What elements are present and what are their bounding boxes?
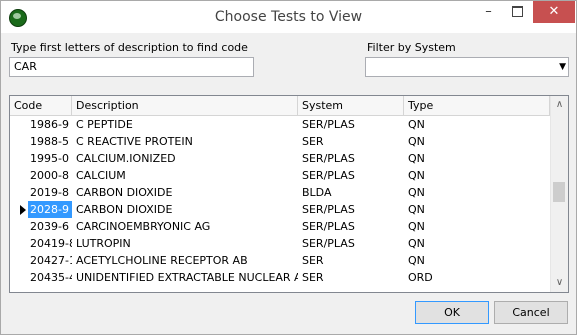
row-pointer-icon bbox=[20, 205, 26, 215]
cell-description: CARBON DIOXIDE bbox=[76, 186, 173, 199]
table-row[interactable]: 20419-8 LUTROPIN SER/PLAS QN bbox=[10, 235, 550, 252]
cell-code: 1988-5 bbox=[30, 135, 69, 148]
column-header-code[interactable]: Code bbox=[10, 96, 72, 115]
filter-label: Filter by System bbox=[367, 41, 456, 54]
cell-description: C PEPTIDE bbox=[76, 118, 133, 131]
cell-type: ORD bbox=[408, 271, 433, 284]
scroll-thumb[interactable] bbox=[553, 182, 565, 202]
cancel-button[interactable]: Cancel bbox=[494, 301, 568, 324]
cell-description: CALCIUM bbox=[76, 169, 126, 182]
grid-header: Code Description System Type bbox=[10, 96, 550, 116]
dropdown-arrow-icon[interactable]: ▼ bbox=[559, 62, 566, 72]
cell-system: SER bbox=[302, 254, 324, 267]
column-header-description[interactable]: Description bbox=[72, 96, 298, 115]
search-input[interactable]: CAR bbox=[9, 57, 254, 77]
maximize-button[interactable] bbox=[504, 1, 531, 23]
cell-code: 20419-8 bbox=[30, 237, 72, 250]
table-row[interactable]: 2000-8 CALCIUM SER/PLAS QN bbox=[10, 167, 550, 184]
cell-system: SER bbox=[302, 271, 324, 284]
cell-system: SER/PLAS bbox=[302, 203, 355, 216]
cell-code: 2028-9 bbox=[28, 201, 72, 218]
choose-tests-dialog: Choose Tests to View – ✕ Type first lett… bbox=[0, 0, 577, 335]
minimize-button[interactable]: – bbox=[475, 1, 502, 23]
cell-system: SER/PLAS bbox=[302, 152, 355, 165]
title-bar[interactable]: Choose Tests to View – ✕ bbox=[1, 1, 576, 33]
cell-system: SER/PLAS bbox=[302, 118, 355, 131]
table-row[interactable]: 1995-0 CALCIUM.IONIZED SER/PLAS QN bbox=[10, 150, 550, 167]
cell-system: BLDA bbox=[302, 186, 332, 199]
cell-type: QN bbox=[408, 203, 425, 216]
cell-system: SER/PLAS bbox=[302, 220, 355, 233]
cell-type: QN bbox=[408, 220, 425, 233]
close-button[interactable]: ✕ bbox=[533, 1, 575, 23]
cell-system: SER bbox=[302, 135, 324, 148]
cell-description: CALCIUM.IONIZED bbox=[76, 152, 176, 165]
table-row[interactable]: 2019-8 CARBON DIOXIDE BLDA QN bbox=[10, 184, 550, 201]
cell-code: 20427-1 bbox=[30, 254, 72, 267]
grid-rows: 1986-9 C PEPTIDE SER/PLAS QN 1988-5 C REACTIV… bbox=[10, 116, 550, 286]
maximize-icon bbox=[512, 6, 523, 17]
scroll-up-icon[interactable]: ∧ bbox=[551, 98, 568, 112]
cell-description: LUTROPIN bbox=[76, 237, 131, 250]
table-row[interactable]: 1988-5 C REACTIVE PROTEIN SER QN bbox=[10, 133, 550, 150]
cell-code: 2000-8 bbox=[30, 169, 69, 182]
table-row[interactable]: 2039-6 CARCINOEMBRYONIC AG SER/PLAS QN bbox=[10, 218, 550, 235]
cell-system: SER/PLAS bbox=[302, 237, 355, 250]
table-row[interactable]: 20435-4 UNIDENTIFIED EXTRACTABLE NUCLEAR … bbox=[10, 269, 550, 286]
cell-type: QN bbox=[408, 169, 425, 182]
vertical-scrollbar[interactable]: ∧ ∨ bbox=[550, 96, 568, 292]
filter-system-select[interactable]: ▼ bbox=[365, 57, 569, 77]
tests-grid[interactable]: Code Description System Type 1986-9 C PEP… bbox=[9, 95, 569, 293]
cell-description: CARBON DIOXIDE bbox=[76, 203, 173, 216]
search-label: Type first letters of description to fin… bbox=[11, 41, 248, 54]
scroll-down-icon[interactable]: ∨ bbox=[551, 276, 568, 290]
table-row[interactable]: 2028-9 CARBON DIOXIDE SER/PLAS QN bbox=[10, 201, 550, 218]
cell-type: QN bbox=[408, 118, 425, 131]
column-header-system[interactable]: System bbox=[298, 96, 404, 115]
cell-description: C REACTIVE PROTEIN bbox=[76, 135, 193, 148]
cell-code: 1995-0 bbox=[30, 152, 69, 165]
cell-description: ACETYLCHOLINE RECEPTOR AB bbox=[76, 254, 248, 267]
cell-type: QN bbox=[408, 254, 425, 267]
cell-system: SER/PLAS bbox=[302, 169, 355, 182]
cell-type: QN bbox=[408, 152, 425, 165]
table-row[interactable]: 1986-9 C PEPTIDE SER/PLAS QN bbox=[10, 116, 550, 133]
column-header-type[interactable]: Type bbox=[404, 96, 550, 115]
cell-code: 2039-6 bbox=[30, 220, 69, 233]
cell-code: 20435-4 bbox=[30, 271, 72, 284]
ok-button[interactable]: OK bbox=[415, 301, 489, 324]
cell-type: QN bbox=[408, 237, 425, 250]
cell-code: 1986-9 bbox=[30, 118, 69, 131]
cell-description: CARCINOEMBRYONIC AG bbox=[76, 220, 211, 233]
cell-type: QN bbox=[408, 186, 425, 199]
cell-code: 2019-8 bbox=[30, 186, 69, 199]
table-row[interactable]: 20427-1 ACETYLCHOLINE RECEPTOR AB SER QN bbox=[10, 252, 550, 269]
cell-type: QN bbox=[408, 135, 425, 148]
cell-description: UNIDENTIFIED EXTRACTABLE NUCLEAR A bbox=[76, 271, 298, 284]
